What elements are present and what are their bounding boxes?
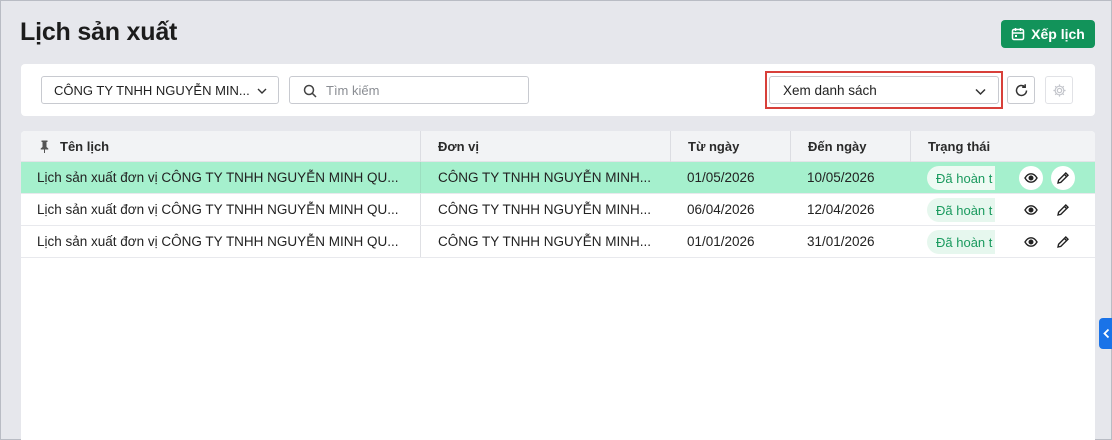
row-from-date: 01/05/2026 xyxy=(687,170,755,185)
settings-button[interactable] xyxy=(1045,76,1073,104)
side-panel-toggle[interactable] xyxy=(1099,318,1112,349)
view-button[interactable] xyxy=(1019,198,1043,222)
chevron-left-icon xyxy=(1102,328,1109,339)
eye-icon xyxy=(1024,237,1038,247)
edit-button[interactable] xyxy=(1051,198,1075,222)
edit-button[interactable] xyxy=(1051,166,1075,190)
column-header-unit: Đơn vị xyxy=(420,131,670,162)
pencil-icon xyxy=(1057,236,1069,248)
column-header-status: Trạng thái xyxy=(910,131,1095,162)
refresh-icon xyxy=(1015,83,1027,96)
view-button[interactable] xyxy=(1019,230,1043,254)
row-from-date: 01/01/2026 xyxy=(687,234,755,249)
schedule-button[interactable]: Xếp lịch xyxy=(1001,20,1095,48)
chevron-down-icon xyxy=(257,88,267,94)
table-row[interactable]: Lịch sản xuất đơn vị CÔNG TY TNHH NGUYỄN… xyxy=(21,226,1095,258)
edit-button[interactable] xyxy=(1051,230,1075,254)
search-box[interactable] xyxy=(289,76,529,104)
calendar-icon xyxy=(1011,28,1025,41)
column-header-from: Từ ngày xyxy=(670,131,790,162)
eye-icon xyxy=(1024,173,1038,183)
status-badge: Đã hoàn t xyxy=(927,198,995,222)
row-unit: CÔNG TY TNHH NGUYỄN MINH... xyxy=(420,162,670,193)
pin-icon[interactable] xyxy=(39,140,50,153)
search-icon xyxy=(303,84,317,98)
schedule-table: Tên lịch Đơn vị Từ ngày Đến ngày Trạng t… xyxy=(21,131,1095,440)
schedule-button-label: Xếp lịch xyxy=(1031,26,1085,42)
chevron-down-icon xyxy=(975,88,986,96)
column-header-to: Đến ngày xyxy=(790,131,910,162)
company-select[interactable]: CÔNG TY TNHH NGUYỄN MIN... xyxy=(41,76,279,104)
column-header-name: Tên lịch xyxy=(39,131,419,162)
row-unit: CÔNG TY TNHH NGUYỄN MINH... xyxy=(420,226,670,257)
table-row[interactable]: Lịch sản xuất đơn vị CÔNG TY TNHH NGUYỄN… xyxy=(21,194,1095,226)
table-header: Tên lịch Đơn vị Từ ngày Đến ngày Trạng t… xyxy=(21,131,1095,162)
view-mode-select[interactable]: Xem danh sách xyxy=(769,76,999,104)
company-select-value: CÔNG TY TNHH NGUYỄN MIN... xyxy=(54,82,250,98)
row-to-date: 31/01/2026 xyxy=(807,234,875,249)
refresh-button[interactable] xyxy=(1007,76,1035,104)
row-name: Lịch sản xuất đơn vị CÔNG TY TNHH NGUYỄN… xyxy=(37,202,399,217)
gear-icon xyxy=(1052,83,1066,97)
status-badge: Đã hoàn t xyxy=(927,166,995,190)
row-name: Lịch sản xuất đơn vị CÔNG TY TNHH NGUYỄN… xyxy=(37,170,399,185)
row-from-date: 06/04/2026 xyxy=(687,202,755,217)
row-unit: CÔNG TY TNHH NGUYỄN MINH... xyxy=(420,194,670,225)
filter-bar: CÔNG TY TNHH NGUYỄN MIN... Xem danh sách xyxy=(21,64,1095,116)
search-input[interactable] xyxy=(326,82,516,98)
row-to-date: 12/04/2026 xyxy=(807,202,875,217)
view-mode-value: Xem danh sách xyxy=(783,82,877,98)
row-to-date: 10/05/2026 xyxy=(807,170,875,185)
table-row[interactable]: Lịch sản xuất đơn vị CÔNG TY TNHH NGUYỄN… xyxy=(21,162,1095,194)
pencil-icon xyxy=(1057,172,1069,184)
page-title: Lịch sản xuất xyxy=(20,18,178,46)
status-badge: Đã hoàn t xyxy=(927,230,995,254)
eye-icon xyxy=(1024,205,1038,215)
view-button[interactable] xyxy=(1019,166,1043,190)
pencil-icon xyxy=(1057,204,1069,216)
row-name: Lịch sản xuất đơn vị CÔNG TY TNHH NGUYỄN… xyxy=(37,234,399,249)
